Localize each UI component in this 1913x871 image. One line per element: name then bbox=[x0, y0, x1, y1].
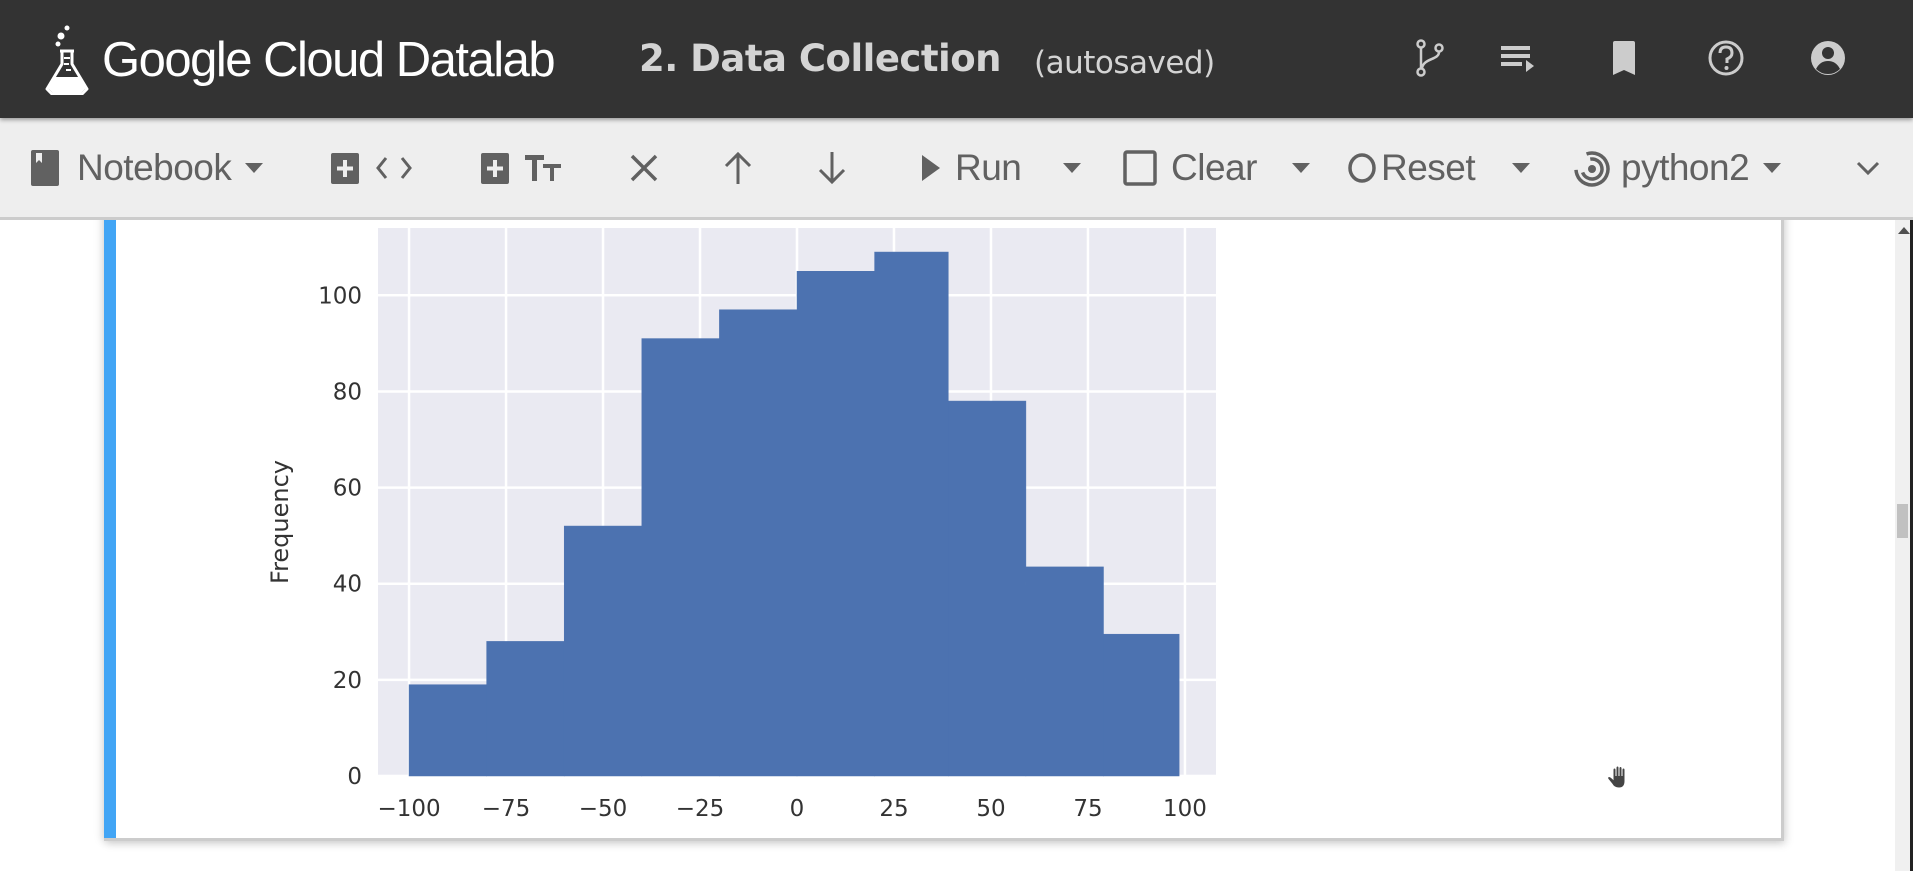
reset-options-dropdown[interactable] bbox=[1512, 118, 1530, 217]
playlist-button[interactable] bbox=[1498, 36, 1542, 80]
output-cell[interactable]: −100 −75 −50 −25 0 25 50 75 100 0 20 40 60 80 100 Fre… bbox=[104, 220, 1784, 841]
arrow-up-icon bbox=[724, 151, 752, 184]
clear-button[interactable]: Clear bbox=[1123, 118, 1257, 217]
flask-icon bbox=[45, 25, 89, 95]
x-tick-label: −100 bbox=[377, 796, 440, 822]
notebook-title[interactable]: 2. Data Collection bbox=[639, 37, 1002, 80]
y-tick-label: 80 bbox=[333, 379, 362, 405]
histogram-bar bbox=[874, 251, 949, 777]
y-tick-label: 60 bbox=[333, 476, 362, 502]
circle-outline-icon bbox=[1348, 152, 1376, 183]
move-cell-down-button[interactable] bbox=[816, 118, 848, 217]
y-axis-label: Frequency bbox=[266, 460, 294, 584]
scroll-up-arrow-icon[interactable] bbox=[1898, 227, 1910, 234]
add-box-icon bbox=[481, 152, 509, 184]
scroll-thumb[interactable] bbox=[1897, 504, 1908, 538]
hand-cursor-icon bbox=[1607, 765, 1626, 789]
run-button[interactable]: Run bbox=[920, 118, 1022, 217]
close-icon bbox=[630, 154, 658, 181]
notebook-toolbar: Notebook Run Clear Reset python2 bbox=[0, 118, 1913, 220]
clear-options-dropdown[interactable] bbox=[1292, 118, 1310, 217]
reset-button[interactable]: Reset bbox=[1347, 118, 1476, 217]
caret-down-icon bbox=[245, 162, 264, 173]
clear-label: Clear bbox=[1171, 146, 1257, 188]
run-label: Run bbox=[955, 146, 1022, 188]
chevron-down-icon bbox=[1856, 161, 1880, 175]
caret-down-icon bbox=[1063, 162, 1081, 173]
kernel-spiral-icon bbox=[1574, 150, 1610, 187]
histogram-bar bbox=[948, 400, 1027, 777]
x-tick-labels: −100 −75 −50 −25 0 25 50 75 100 bbox=[377, 796, 1206, 822]
x-tick-label: 0 bbox=[790, 796, 805, 822]
y-tick-label: 100 bbox=[318, 283, 362, 309]
code-brackets-icon bbox=[376, 156, 412, 179]
x-tick-label: −25 bbox=[676, 796, 725, 822]
histogram-bar bbox=[641, 338, 720, 777]
text-format-icon bbox=[525, 154, 561, 181]
git-branch-icon bbox=[1416, 39, 1444, 77]
histogram-bar bbox=[796, 271, 875, 777]
y-tick-labels: 0 20 40 60 80 100 bbox=[318, 283, 362, 790]
y-tick-label: 40 bbox=[333, 572, 362, 598]
app-header: Google Cloud Datalab 2. Data Collection … bbox=[0, 0, 1913, 118]
bookmark-icon bbox=[1613, 41, 1635, 75]
account-icon bbox=[1811, 41, 1845, 75]
x-tick-label: 100 bbox=[1163, 796, 1207, 822]
caret-down-icon bbox=[1512, 162, 1530, 173]
histogram-bar bbox=[486, 641, 565, 777]
playlist-icon bbox=[1501, 46, 1534, 72]
histogram-bar bbox=[408, 684, 487, 777]
delete-cell-button[interactable] bbox=[628, 118, 660, 217]
histogram-bar bbox=[563, 525, 643, 777]
x-tick-label: 75 bbox=[1073, 796, 1102, 822]
datalab-logo[interactable]: Google Cloud Datalab bbox=[44, 22, 556, 98]
x-tick-label: 25 bbox=[879, 796, 908, 822]
notebook-menu-button[interactable]: Notebook bbox=[30, 118, 264, 217]
help-icon bbox=[1708, 40, 1744, 76]
y-tick-label: 20 bbox=[333, 668, 362, 694]
add-box-icon bbox=[331, 152, 359, 184]
histogram-bar bbox=[719, 309, 798, 777]
histogram-bar bbox=[1025, 566, 1104, 777]
help-button[interactable] bbox=[1704, 36, 1748, 80]
play-icon bbox=[922, 154, 940, 181]
collapse-toolbar-button[interactable] bbox=[1856, 118, 1880, 217]
caret-down-icon bbox=[1292, 162, 1310, 173]
add-markdown-cell-button[interactable] bbox=[480, 118, 562, 217]
run-options-dropdown[interactable] bbox=[1063, 118, 1081, 217]
move-cell-up-button[interactable] bbox=[722, 118, 754, 217]
histogram-chart: −100 −75 −50 −25 0 25 50 75 100 0 20 40 60 80 100 Fre… bbox=[266, 228, 1216, 822]
app-name: Google Cloud Datalab bbox=[102, 33, 556, 87]
x-tick-label: −75 bbox=[482, 796, 531, 822]
account-button[interactable] bbox=[1806, 36, 1850, 80]
y-tick-label: 0 bbox=[347, 764, 362, 790]
kernel-label: python2 bbox=[1621, 146, 1750, 188]
checkbox-outline-icon bbox=[1123, 149, 1157, 186]
git-branch-button[interactable] bbox=[1408, 36, 1452, 80]
bookmark-button[interactable] bbox=[1602, 36, 1646, 80]
histogram-bar bbox=[1103, 633, 1180, 777]
caret-down-icon bbox=[1763, 162, 1782, 173]
notebook-menu-label: Notebook bbox=[77, 146, 232, 188]
add-code-cell-button[interactable] bbox=[330, 118, 414, 217]
save-status: (autosaved) bbox=[1034, 45, 1215, 81]
x-tick-label: −50 bbox=[579, 796, 628, 822]
arrow-down-icon bbox=[818, 151, 846, 184]
notebook-icon bbox=[31, 149, 59, 186]
reset-label: Reset bbox=[1381, 146, 1476, 188]
kernel-selector[interactable]: python2 bbox=[1573, 118, 1782, 217]
x-tick-label: 50 bbox=[976, 796, 1005, 822]
vertical-scrollbar[interactable] bbox=[1895, 220, 1913, 871]
